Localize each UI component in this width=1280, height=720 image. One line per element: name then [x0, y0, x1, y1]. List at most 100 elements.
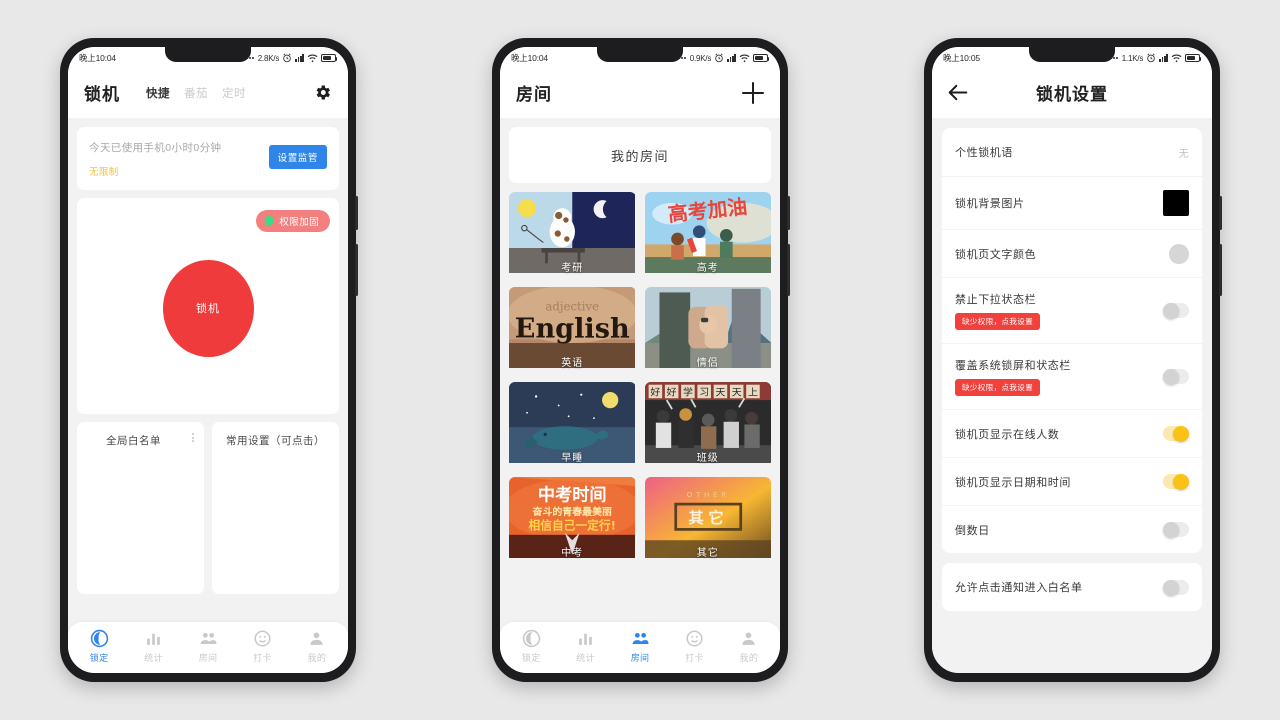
svg-text:OTHER: OTHER — [686, 490, 729, 499]
setting-row-lock-background-image[interactable]: 锁机背景图片 — [942, 176, 1202, 229]
smiley-icon — [686, 630, 703, 647]
setting-row-custom-lock-phrase[interactable]: 个性锁机语 无 — [942, 128, 1202, 176]
lock-button[interactable]: 锁机 — [162, 259, 254, 357]
phone-volume-button — [787, 196, 790, 230]
wifi-icon — [739, 54, 750, 62]
kebab-menu-icon[interactable] — [192, 433, 194, 443]
setting-label: 锁机页显示日期和时间 — [955, 476, 1071, 489]
signal-icon — [727, 54, 736, 62]
room-tile-couple[interactable]: 情侣 — [644, 287, 772, 374]
nav-item-room[interactable]: 房间 — [181, 629, 235, 664]
battery-icon — [1185, 54, 1202, 62]
setting-toggle[interactable] — [1163, 303, 1189, 319]
setting-toggle[interactable] — [1163, 522, 1189, 538]
room-tile-gaokao[interactable]: 高考加油 高考 — [644, 192, 772, 279]
net-speed-label: 1.1K/s — [1121, 53, 1144, 63]
nav-item-stats[interactable]: 统计 — [126, 629, 180, 664]
smiley-icon — [254, 630, 271, 647]
lock-action-card: 权限加固 锁机 — [77, 198, 339, 414]
bar-chart-icon — [579, 633, 592, 645]
room-tile-kaoyan[interactable]: 考研 — [509, 192, 636, 279]
svg-text:相信自己一定行!: 相信自己一定行! — [528, 518, 615, 532]
status-time: 晚上10:05 — [943, 53, 980, 63]
setting-toggle[interactable] — [1163, 369, 1189, 385]
svg-text:中考时间: 中考时间 — [538, 484, 607, 505]
page-title: 锁机设置 — [1036, 85, 1108, 104]
alarm-icon — [1147, 53, 1155, 63]
nav-item-profile[interactable]: 我的 — [290, 629, 344, 664]
setting-row-disable-pulldown-statusbar[interactable]: 禁止下拉状态栏 缺少权限，点我设置 — [942, 277, 1202, 343]
wifi-icon — [1171, 54, 1182, 62]
nav-item-lock[interactable]: 锁定 — [72, 629, 126, 664]
tab-quick[interactable]: 快捷 — [146, 85, 170, 101]
app-header: 房间 — [500, 69, 780, 118]
battery-icon — [321, 54, 338, 62]
room-tile-english[interactable]: adjective English 英语 — [509, 287, 636, 374]
settings-group-main: 个性锁机语 无 锁机背景图片 锁机页文字颜色 禁止下拉状态栏 缺少权限，点我设置… — [942, 128, 1202, 553]
gear-icon[interactable] — [313, 83, 332, 102]
svg-text:习: 习 — [699, 388, 709, 399]
setting-row-show-online-count[interactable]: 锁机页显示在线人数 — [942, 409, 1202, 457]
person-icon — [742, 632, 755, 645]
svg-text:其它: 其它 — [688, 508, 728, 527]
setting-label: 锁机页显示在线人数 — [955, 428, 1060, 441]
global-whitelist-card[interactable]: 全局白名单 — [77, 422, 204, 594]
nav-label-stats: 统计 — [576, 653, 595, 663]
setting-row-override-system-lockscreen[interactable]: 覆盖系统锁屏和状态栏 缺少权限，点我设置 — [942, 343, 1202, 409]
svg-text:奋斗的青春最美丽: 奋斗的青春最美丽 — [532, 505, 612, 518]
page-title: 锁机 — [84, 85, 120, 104]
plus-icon[interactable] — [742, 81, 764, 104]
moon-icon — [522, 629, 540, 648]
room-tile-zhongkao[interactable]: 中考时间 奋斗的青春最美丽 相信自己一定行! 中考 — [509, 477, 636, 564]
svg-text:学: 学 — [682, 386, 692, 399]
room-grid: 考研 高考加油 高考 adjective English 英语 情侣 早睡 好 … — [509, 192, 771, 564]
lock-button-label: 锁机 — [196, 303, 220, 315]
phone-settings-screen: 晚上10:05 1.1K/s 锁机设置 个性锁机语 无 锁机背景图片 锁机页文字… — [924, 38, 1222, 682]
text-color-swatch[interactable] — [1169, 243, 1189, 264]
set-supervision-button[interactable]: 设置监管 — [268, 145, 327, 169]
tab-tomato[interactable]: 番茄 — [184, 85, 208, 101]
nav-item-checkin[interactable]: 打卡 — [235, 629, 289, 664]
back-arrow-icon[interactable] — [948, 84, 968, 101]
usage-text: 今天已使用手机0小时0分钟 — [89, 142, 222, 154]
setting-row-countdown-day[interactable]: 倒数日 — [942, 505, 1202, 553]
setting-label: 个性锁机语 — [955, 147, 1013, 159]
settings-group-secondary: 允许点击通知进入白名单 — [942, 563, 1202, 611]
setting-row-lock-text-color[interactable]: 锁机页文字颜色 — [942, 229, 1202, 277]
nav-item-lock[interactable]: 锁定 — [504, 629, 558, 664]
setting-row-show-date-time[interactable]: 锁机页显示日期和时间 — [942, 457, 1202, 505]
net-speed-label: 2.8K/s — [257, 53, 280, 63]
nav-item-profile[interactable]: 我的 — [722, 629, 776, 664]
permission-reinforce-badge[interactable]: 权限加固 — [256, 210, 330, 232]
phone-notch — [1029, 47, 1115, 62]
room-label: 早睡 — [561, 453, 584, 464]
signal-icon — [1159, 54, 1168, 62]
setting-toggle[interactable] — [1163, 474, 1189, 490]
phone-lock-screen: 晚上10:04 2.8K/s 锁机 快捷 番茄 定时 今天已使用手机0小时0分钟… — [60, 38, 358, 682]
room-tile-sleep[interactable]: 早睡 — [509, 382, 636, 469]
people-icon — [200, 632, 216, 645]
permission-warning-badge[interactable]: 缺少权限，点我设置 — [955, 379, 1041, 396]
people-icon — [632, 632, 648, 645]
background-color-swatch[interactable] — [1163, 190, 1189, 216]
nav-item-stats[interactable]: 统计 — [558, 629, 612, 664]
nav-item-room[interactable]: 房间 — [613, 629, 667, 664]
setting-toggle[interactable] — [1163, 579, 1189, 596]
phone-room-screen: 晚上10:04 0.9K/s 房间 我的房间 考研 高考加油 高考 adject… — [492, 38, 790, 682]
nav-label-checkin: 打卡 — [253, 653, 272, 663]
setting-label: 覆盖系统锁屏和状态栏 — [955, 360, 1071, 372]
phone-room-viewport: 晚上10:04 0.9K/s 房间 我的房间 考研 高考加油 高考 adject… — [500, 47, 780, 673]
room-tile-other[interactable]: OTHER 其它 其它 — [644, 477, 772, 564]
nav-item-checkin[interactable]: 打卡 — [667, 629, 721, 664]
tab-timed[interactable]: 定时 — [222, 85, 246, 101]
permission-warning-badge[interactable]: 缺少权限，点我设置 — [955, 313, 1041, 330]
phone-settings-viewport: 晚上10:05 1.1K/s 锁机设置 个性锁机语 无 锁机背景图片 锁机页文字… — [932, 47, 1212, 673]
nav-label-profile: 我的 — [739, 653, 759, 663]
room-tile-class[interactable]: 好好学 习天天 上 班级 — [644, 382, 772, 469]
setting-toggle[interactable] — [1163, 426, 1189, 442]
common-settings-card[interactable]: 常用设置（可点击） — [212, 422, 339, 594]
settings-body: 个性锁机语 无 锁机背景图片 锁机页文字颜色 禁止下拉状态栏 缺少权限，点我设置… — [932, 118, 1212, 673]
screenshot-stage: 晚上10:04 2.8K/s 锁机 快捷 番茄 定时 今天已使用手机0小时0分钟… — [0, 0, 1280, 720]
my-room-card[interactable]: 我的房间 — [509, 127, 771, 183]
setting-row-notification-whitelist[interactable]: 允许点击通知进入白名单 — [942, 563, 1202, 611]
